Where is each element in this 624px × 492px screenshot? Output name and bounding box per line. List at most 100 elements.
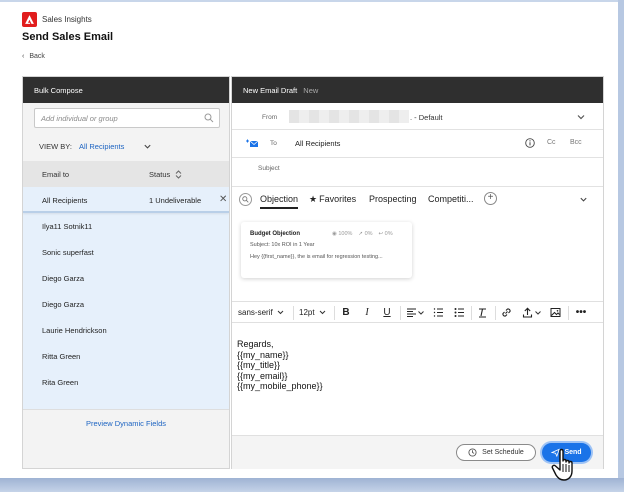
template-search-button[interactable] — [239, 193, 252, 206]
search-placeholder: Add individual or group — [41, 114, 118, 123]
hand-cursor-icon — [551, 448, 573, 481]
recipient-row[interactable]: Diego Garza — [23, 291, 229, 317]
cursor-icon: ➚ — [358, 231, 364, 237]
tab-favorites-label: Favorites — [319, 194, 357, 204]
bcc-button[interactable]: Bcc — [570, 139, 582, 146]
align-left-icon[interactable] — [405, 307, 417, 319]
body-line: {{my_name}} — [237, 349, 289, 360]
draft-title: New Email Draft — [243, 86, 298, 95]
panel-header: Bulk Compose — [23, 77, 229, 103]
chevron-down-icon[interactable] — [535, 311, 541, 315]
chevron-left-icon: ‹ — [22, 53, 25, 60]
recipient-name: Sonic superfast — [42, 248, 94, 257]
reply-rate-value: 0% — [384, 231, 393, 237]
recipient-status: 1 Undeliverable — [149, 196, 202, 205]
search-icon — [204, 113, 214, 123]
toolbar-divider — [400, 306, 401, 320]
set-schedule-button[interactable]: Set Schedule — [456, 444, 536, 461]
chevron-down-icon[interactable] — [576, 112, 586, 122]
font-family-value: sans-serif — [238, 308, 273, 317]
eye-icon: ◉ — [332, 231, 337, 237]
chevron-down-icon[interactable] — [418, 311, 424, 315]
font-family-select[interactable]: sans-serif — [238, 308, 284, 317]
template-stats: ◉ 100% ➚ 0% ↩ 0% — [332, 231, 393, 237]
italic-icon[interactable]: I — [361, 307, 373, 319]
add-tab-icon[interactable]: + — [484, 192, 497, 205]
chevron-down-icon — [277, 310, 284, 315]
recipient-row[interactable]: Laurie Hendrickson — [23, 317, 229, 343]
close-icon[interactable]: ✕ — [219, 194, 227, 205]
more-options-icon[interactable]: ••• — [575, 307, 587, 319]
back-link[interactable]: ‹ Back — [22, 53, 45, 60]
chevron-down-icon[interactable] — [579, 195, 588, 204]
toolbar-divider — [568, 306, 569, 320]
font-size-select[interactable]: 12pt — [299, 308, 326, 317]
app-name: Sales Insights — [42, 15, 92, 24]
toolbar-divider — [293, 306, 294, 320]
recipient-row[interactable]: Ritta Green — [23, 343, 229, 369]
view-by-selector[interactable]: VIEW BY: All Recipients — [39, 142, 152, 151]
cc-button[interactable]: Cc — [547, 139, 556, 146]
bulk-compose-panel: Bulk Compose Add individual or group VIE… — [22, 76, 230, 469]
bold-icon[interactable]: B — [340, 307, 352, 319]
reply-rate: ↩ 0% — [379, 231, 393, 237]
toolbar-divider — [334, 306, 335, 320]
frame-edge — [0, 478, 624, 492]
template-title: Budget Objection — [250, 231, 300, 237]
template-tabs: Objection ★ Favorites Prospecting Competi… — [232, 187, 603, 213]
recipient-name: Diego Garza — [42, 274, 85, 283]
draft-status-tag: New — [303, 86, 319, 95]
tab-competition[interactable]: Competiti... — [428, 194, 474, 204]
to-label: To — [270, 140, 277, 147]
click-rate: ➚ 0% — [358, 231, 372, 237]
template-body: Hey {{first_name}}, the is email for reg… — [250, 254, 383, 260]
app-window: Sales Insights Send Sales Email ‹ Back B… — [0, 0, 624, 492]
clear-format-icon[interactable] — [476, 307, 488, 319]
recipient-name: Diego Garza — [42, 300, 85, 309]
recipient-name: Ilya11 Sotnik11 — [42, 222, 93, 231]
from-value[interactable]: . - Default — [410, 113, 443, 122]
draft-footer: Set Schedule Send — [232, 435, 603, 469]
column-status-label: Status — [149, 170, 171, 179]
set-schedule-label: Set Schedule — [482, 449, 524, 456]
preview-dynamic-fields-link[interactable]: Preview Dynamic Fields — [23, 419, 229, 428]
bullet-list-icon[interactable] — [453, 307, 465, 319]
recipient-name: Rita Green — [42, 378, 79, 387]
numbered-list-icon[interactable] — [432, 307, 444, 319]
tab-prospecting[interactable]: Prospecting — [369, 194, 417, 204]
link-icon[interactable] — [500, 307, 512, 319]
recipient-row[interactable]: All Recipients 1 Undeliverable ✕ — [23, 187, 229, 213]
info-icon[interactable] — [525, 138, 535, 148]
divider — [232, 129, 603, 130]
recipients-list: All Recipients 1 Undeliverable ✕ Ilya11 … — [23, 187, 229, 409]
recipients-table-header: Email to Status — [23, 161, 229, 187]
tab-objection[interactable]: Objection — [260, 194, 299, 209]
underline-icon[interactable]: U — [381, 307, 393, 319]
recipient-search-input[interactable]: Add individual or group — [34, 108, 220, 128]
recipient-row[interactable]: Ilya11 Sotnik11 — [23, 213, 229, 239]
recipients-icon[interactable] — [245, 138, 259, 149]
image-icon[interactable] — [549, 307, 561, 319]
font-size-value: 12pt — [299, 308, 315, 317]
tab-favorites[interactable]: ★ Favorites — [309, 194, 356, 205]
email-body-editor[interactable]: Regards, {{my_name}} {{my_title}} {{my_e… — [237, 339, 323, 392]
upload-icon[interactable] — [521, 307, 533, 319]
star-icon: ★ — [309, 194, 318, 204]
recipient-name: All Recipients — [42, 196, 88, 205]
panel-header: New Email Draft New — [232, 77, 603, 103]
recipient-row[interactable]: Sonic superfast — [23, 239, 229, 265]
body-line: {{my_mobile_phone}} — [237, 381, 323, 391]
page-title: Send Sales Email — [22, 31, 114, 43]
recipient-row[interactable]: Rita Green — [23, 369, 229, 395]
chevron-down-icon — [144, 144, 151, 149]
recipient-row[interactable]: Diego Garza — [23, 265, 229, 291]
template-area: Budget Objection ◉ 100% ➚ 0% ↩ 0% Subjec… — [232, 213, 603, 301]
template-card[interactable]: Budget Objection ◉ 100% ➚ 0% ↩ 0% Subjec… — [241, 222, 412, 278]
column-status[interactable]: Status — [149, 170, 182, 179]
subject-label[interactable]: Subject — [258, 165, 280, 172]
to-value[interactable]: All Recipients — [295, 139, 340, 148]
from-label: From — [262, 114, 278, 121]
view-by-value: All Recipients — [78, 142, 125, 151]
from-address-redacted — [289, 110, 409, 123]
recipient-name: Laurie Hendrickson — [42, 326, 107, 335]
